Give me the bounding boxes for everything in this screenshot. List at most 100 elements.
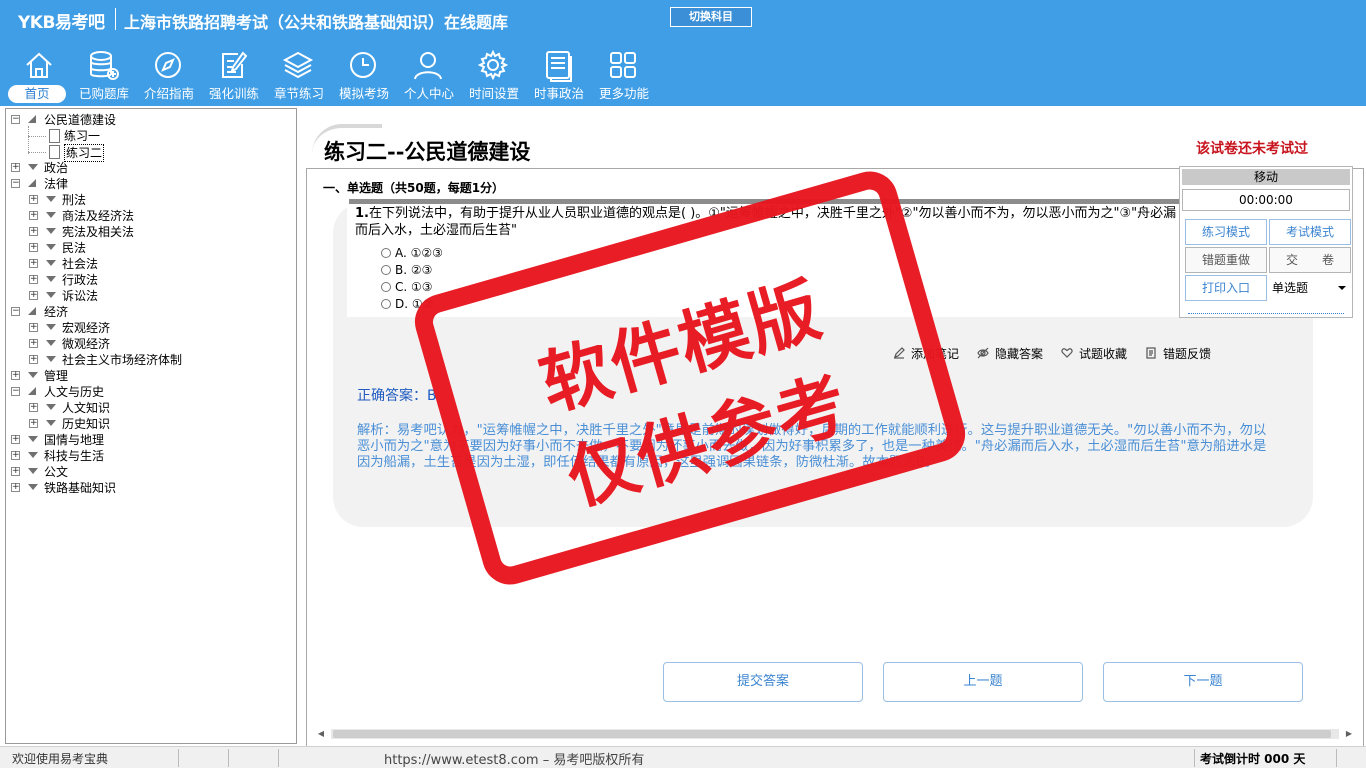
user-icon bbox=[411, 48, 445, 82]
tree-node[interactable]: + 公文 bbox=[6, 464, 296, 480]
expand-toggle-icon[interactable]: + bbox=[29, 291, 38, 300]
collapse-toggle-icon[interactable]: − bbox=[11, 179, 20, 188]
tree-node[interactable]: + 行政法 bbox=[6, 272, 296, 288]
folder-closed-icon bbox=[28, 436, 38, 442]
nav-home[interactable]: 首页 bbox=[8, 46, 72, 104]
tree-node[interactable]: + 商法及经济法 bbox=[6, 208, 296, 224]
submit-answer-button[interactable]: 提交答案 bbox=[663, 662, 863, 702]
nav-time-settings[interactable]: 时间设置 bbox=[462, 46, 526, 104]
question-header-bar bbox=[349, 199, 1179, 204]
tree-node[interactable]: − 法律 bbox=[6, 176, 296, 192]
tree-node[interactable]: + 铁路基础知识 bbox=[6, 480, 296, 496]
folder-closed-icon bbox=[28, 484, 38, 490]
expand-toggle-icon[interactable]: + bbox=[11, 163, 20, 172]
expand-toggle-icon[interactable]: + bbox=[11, 483, 20, 492]
tree-node[interactable]: + 政治 bbox=[6, 160, 296, 176]
tree-node[interactable]: + 民法 bbox=[6, 240, 296, 256]
tree-node[interactable]: 练习一 bbox=[6, 128, 296, 144]
database-icon bbox=[86, 48, 120, 82]
tree-node[interactable]: + 诉讼法 bbox=[6, 288, 296, 304]
nav-current-affairs[interactable]: 时事政治 bbox=[527, 46, 591, 104]
panel-drag-handle[interactable]: 移动 bbox=[1182, 169, 1350, 185]
expand-toggle-icon[interactable]: + bbox=[29, 403, 38, 412]
collapse-toggle-icon[interactable]: − bbox=[11, 115, 20, 124]
submit-paper-button[interactable]: 交 卷 bbox=[1269, 247, 1351, 273]
nav-training[interactable]: 强化训练 bbox=[202, 46, 266, 104]
nav-label: 已购题库 bbox=[78, 86, 129, 101]
nav-mock-exam[interactable]: 模拟考场 bbox=[332, 46, 396, 104]
expand-toggle-icon[interactable]: + bbox=[11, 467, 20, 476]
practice-mode-button[interactable]: 练习模式 bbox=[1185, 219, 1267, 245]
panel-divider bbox=[1188, 313, 1344, 314]
expand-toggle-icon[interactable]: + bbox=[29, 211, 38, 220]
collapse-toggle-icon[interactable]: − bbox=[11, 387, 20, 396]
tree-node[interactable]: + 科技与生活 bbox=[6, 448, 296, 464]
expand-toggle-icon[interactable]: + bbox=[29, 339, 38, 348]
expand-toggle-icon[interactable]: + bbox=[11, 435, 20, 444]
tree-node-label: 刑法 bbox=[62, 193, 87, 207]
question-body: 在下列说法中，有助于提升从业人员职业道德的观点是( )。①"运筹帷幄之中，决胜千… bbox=[355, 206, 1177, 238]
news-icon bbox=[541, 48, 575, 82]
scroll-left-icon[interactable]: ◀ bbox=[315, 729, 327, 739]
nav-profile[interactable]: 个人中心 bbox=[397, 46, 461, 104]
folder-closed-icon bbox=[46, 356, 56, 362]
horizontal-scrollbar[interactable]: ◀ ▶ bbox=[315, 727, 1355, 741]
feedback-icon bbox=[1146, 347, 1156, 359]
clock-icon bbox=[346, 48, 380, 82]
print-button[interactable]: 打印入口 bbox=[1185, 275, 1267, 301]
radio-button[interactable] bbox=[381, 282, 391, 292]
switch-subject-button[interactable]: 切换科目 bbox=[670, 7, 752, 27]
tree-node-label: 民法 bbox=[62, 241, 87, 255]
tree-node[interactable]: − 人文与历史 bbox=[6, 384, 296, 400]
expand-toggle-icon[interactable]: + bbox=[29, 259, 38, 268]
expand-toggle-icon[interactable]: + bbox=[29, 195, 38, 204]
tree-node-label: 宪法及相关法 bbox=[62, 225, 135, 239]
expand-toggle-icon[interactable]: + bbox=[29, 323, 38, 332]
layers-icon bbox=[281, 48, 315, 82]
tree-node-label: 公文 bbox=[44, 465, 69, 479]
expand-toggle-icon[interactable]: + bbox=[29, 243, 38, 252]
nav-purchased[interactable]: 已购题库 bbox=[72, 46, 136, 104]
expand-toggle-icon[interactable]: + bbox=[11, 371, 20, 380]
radio-button[interactable] bbox=[381, 248, 391, 258]
status-divider bbox=[1194, 749, 1195, 767]
radio-button[interactable] bbox=[381, 265, 391, 275]
tree-node[interactable]: + 管理 bbox=[6, 368, 296, 384]
tree-node[interactable]: + 国情与地理 bbox=[6, 432, 296, 448]
nav-guide[interactable]: 介绍指南 bbox=[137, 46, 201, 104]
folder-open-icon bbox=[28, 179, 36, 187]
tree-node[interactable]: + 社会法 bbox=[6, 256, 296, 272]
next-question-button[interactable]: 下一题 bbox=[1103, 662, 1303, 702]
tree-node[interactable]: − 公民道德建设 bbox=[6, 112, 296, 128]
expand-toggle-icon[interactable]: + bbox=[29, 355, 38, 364]
radio-button[interactable] bbox=[381, 299, 391, 309]
tree-node[interactable]: + 宪法及相关法 bbox=[6, 224, 296, 240]
folder-closed-icon bbox=[46, 292, 56, 298]
tree-node[interactable]: + 历史知识 bbox=[6, 416, 296, 432]
tree-node[interactable]: − 经济 bbox=[6, 304, 296, 320]
prev-question-button[interactable]: 上一题 bbox=[883, 662, 1083, 702]
collapse-toggle-icon[interactable]: − bbox=[11, 307, 20, 316]
redo-wrong-button[interactable]: 错题重做 bbox=[1185, 247, 1267, 273]
question-type-select[interactable]: 单选题 bbox=[1270, 275, 1352, 301]
pencil-icon bbox=[894, 347, 905, 359]
expand-toggle-icon[interactable]: + bbox=[11, 451, 20, 460]
status-countdown: 考试倒计时 000 天 bbox=[1200, 752, 1306, 766]
tree-node[interactable]: + 刑法 bbox=[6, 192, 296, 208]
nav-more[interactable]: 更多功能 bbox=[592, 46, 656, 104]
scroll-right-icon[interactable]: ▶ bbox=[1343, 729, 1355, 739]
scroll-thumb[interactable] bbox=[333, 730, 1331, 738]
expand-toggle-icon[interactable]: + bbox=[29, 275, 38, 284]
folder-closed-icon bbox=[28, 468, 38, 474]
tree-node[interactable]: + 微观经济 bbox=[6, 336, 296, 352]
status-bar: 欢迎使用易考宝典 https://www.etest8.com – 易考吧版权所… bbox=[0, 746, 1366, 768]
exam-mode-button[interactable]: 考试模式 bbox=[1269, 219, 1351, 245]
question-number: 1. bbox=[355, 206, 369, 221]
tree-node[interactable]: + 人文知识 bbox=[6, 400, 296, 416]
tree-node[interactable]: 练习二 bbox=[6, 144, 296, 162]
tree-node[interactable]: + 社会主义市场经济体制 bbox=[6, 352, 296, 368]
tree-node[interactable]: + 宏观经济 bbox=[6, 320, 296, 336]
nav-chapter[interactable]: 章节练习 bbox=[267, 46, 331, 104]
expand-toggle-icon[interactable]: + bbox=[29, 227, 38, 236]
expand-toggle-icon[interactable]: + bbox=[29, 419, 38, 428]
